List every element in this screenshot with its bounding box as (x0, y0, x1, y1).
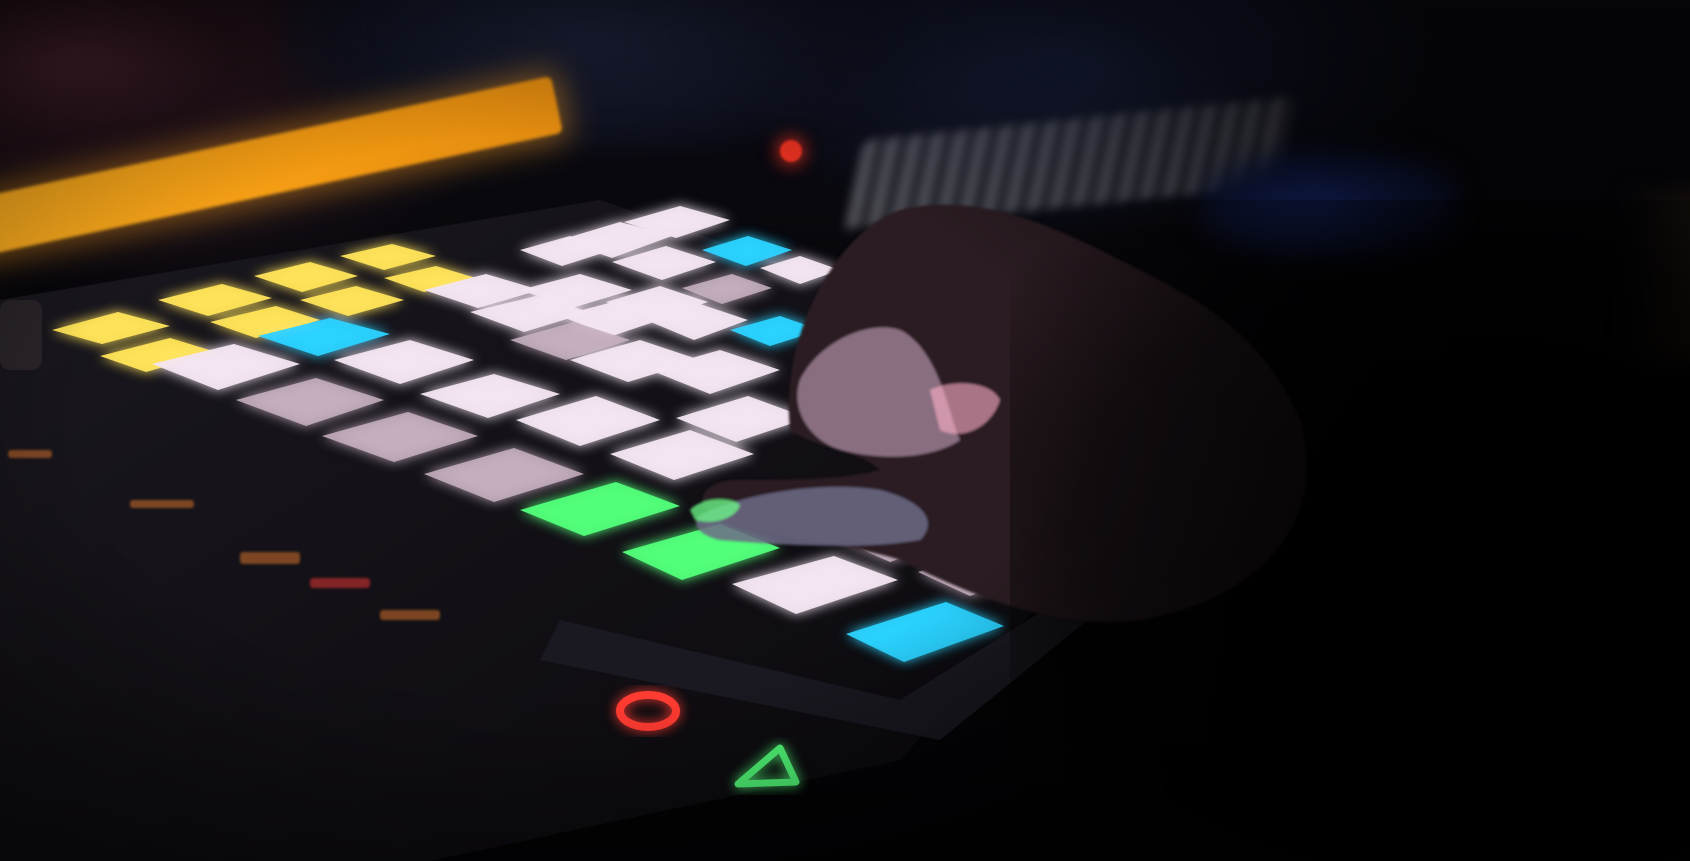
side-label (380, 610, 440, 620)
knob (0, 300, 42, 370)
side-label (130, 500, 194, 508)
side-label (310, 578, 370, 588)
photo-scene (0, 0, 1690, 861)
side-label (240, 552, 300, 564)
side-label (8, 450, 52, 458)
foreground-shadow (1010, 200, 1690, 861)
